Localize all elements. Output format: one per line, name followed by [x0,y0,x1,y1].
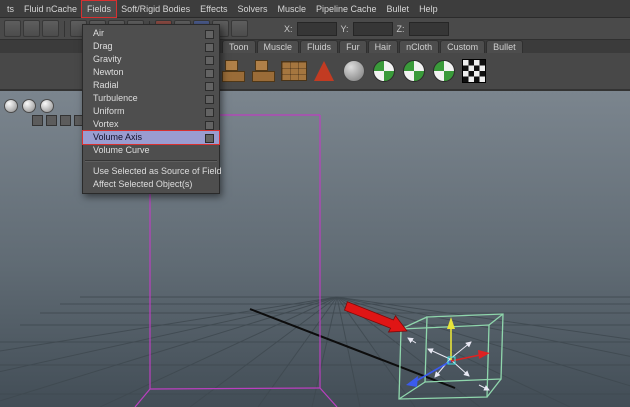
menu-item-label: Air [93,28,104,38]
menu-bullet[interactable]: Bullet [382,1,415,17]
menu-item-gravity[interactable]: Gravity [83,53,219,66]
transform-entry: X: Y: Z: [284,21,449,36]
maya-window: ts Fluid nCache Fields Soft/Rigid Bodies… [0,0,630,407]
option-box-icon[interactable] [205,95,214,104]
cone-icon[interactable] [310,57,338,85]
menu-item-label: Newton [93,67,124,77]
option-box-icon[interactable] [205,121,214,130]
menu-item-label: Volume Axis [93,132,143,142]
menu-item-affect-selected-objects[interactable]: Affect Selected Object(s) [83,178,219,191]
menu-item-label: Vortex [93,119,119,129]
grid-toggle-icon[interactable] [32,115,43,126]
menu-item-label: Uniform [93,106,125,116]
menu-item-radial[interactable]: Radial [83,79,219,92]
camera-toggle-icon[interactable] [46,115,57,126]
wireframe-ball-icon[interactable] [22,99,36,113]
z-input[interactable] [408,21,449,36]
select-component-icon[interactable] [42,20,59,37]
menu-fields[interactable]: Fields [81,0,118,18]
tab-muscle[interactable]: Muscle [256,40,300,53]
manip-z-axis[interactable] [415,360,452,382]
fields-menu-dropdown: Air Drag Gravity Newton Radial Turbulenc… [82,24,222,194]
option-box-icon[interactable] [205,43,214,52]
menu-item-volume-curve[interactable]: Volume Curve [83,144,219,157]
menu-item-uniform[interactable]: Uniform [83,105,219,118]
light-toggle-icon[interactable] [60,115,71,126]
sphere-icon[interactable] [340,57,368,85]
menu-help[interactable]: Help [414,1,443,17]
box-wall-icon[interactable] [280,57,308,85]
menu-solvers[interactable]: Solvers [232,1,272,17]
select-object-icon[interactable] [23,20,40,37]
option-box-icon[interactable] [205,30,214,39]
tab-fluids[interactable]: Fluids [300,40,339,53]
checker-board-icon[interactable] [460,57,488,85]
menu-pipeline-cache[interactable]: Pipeline Cache [311,1,382,17]
checker-sphere-icon[interactable] [430,57,458,85]
menu-item-vortex[interactable]: Vortex [83,118,219,131]
option-box-icon[interactable] [205,69,214,78]
option-box-icon[interactable] [205,82,214,91]
manip-y-arrowhead[interactable] [447,317,455,329]
menu-item-label: Volume Curve [93,145,150,155]
tab-fur[interactable]: Fur [339,40,367,53]
menu-assets-partial[interactable]: ts [2,1,19,17]
menu-item-air[interactable]: Air [83,27,219,40]
option-box-icon[interactable] [205,108,214,117]
menu-item-label: Use Selected as Source of Field [93,166,222,176]
menu-effects[interactable]: Effects [195,1,232,17]
option-box-icon[interactable] [205,134,214,143]
z-label: Z: [396,23,405,34]
panel-toolbar [4,99,54,113]
menu-item-label: Drag [93,41,113,51]
shaded-ball-icon[interactable] [4,99,18,113]
toolbar-divider [64,20,65,37]
box-stack-icon[interactable] [220,57,248,85]
x-input[interactable] [296,21,337,36]
menu-item-drag[interactable]: Drag [83,40,219,53]
ground-grid [0,296,630,407]
menu-item-turbulence[interactable]: Turbulence [83,92,219,105]
menu-soft-rigid-bodies[interactable]: Soft/Rigid Bodies [116,1,195,17]
box-stack-icon[interactable] [250,57,278,85]
menubar: ts Fluid nCache Fields Soft/Rigid Bodies… [0,0,630,18]
manip-z-arrowhead[interactable] [406,376,418,387]
tab-toon[interactable]: Toon [222,40,256,53]
annotation-arrow [343,301,408,333]
select-hierarchy-icon[interactable] [4,20,21,37]
option-box-icon[interactable] [205,56,214,65]
move-manipulator[interactable] [406,317,490,387]
textured-ball-icon[interactable] [40,99,54,113]
menu-muscle[interactable]: Muscle [272,1,311,17]
checker-sphere-icon[interactable] [400,57,428,85]
tab-custom[interactable]: Custom [440,40,486,53]
menu-fluid-ncache[interactable]: Fluid nCache [19,1,82,17]
menu-item-newton[interactable]: Newton [83,66,219,79]
menu-separator [85,160,217,162]
y-input[interactable] [352,21,393,36]
checker-sphere-icon[interactable] [370,57,398,85]
menu-item-label: Radial [93,80,119,90]
menu-item-label: Gravity [93,54,122,64]
tab-hair[interactable]: Hair [367,40,399,53]
render-settings-icon[interactable] [231,20,248,37]
x-label: X: [284,23,293,34]
tab-ncloth[interactable]: nCloth [399,40,440,53]
menu-item-label: Turbulence [93,93,138,103]
tab-bullet[interactable]: Bullet [486,40,523,53]
menu-item-volume-axis[interactable]: Volume Axis [82,130,220,145]
y-label: Y: [340,23,349,34]
menu-item-label: Affect Selected Object(s) [93,179,193,189]
menu-item-use-selected-as-source[interactable]: Use Selected as Source of Field [83,165,222,178]
